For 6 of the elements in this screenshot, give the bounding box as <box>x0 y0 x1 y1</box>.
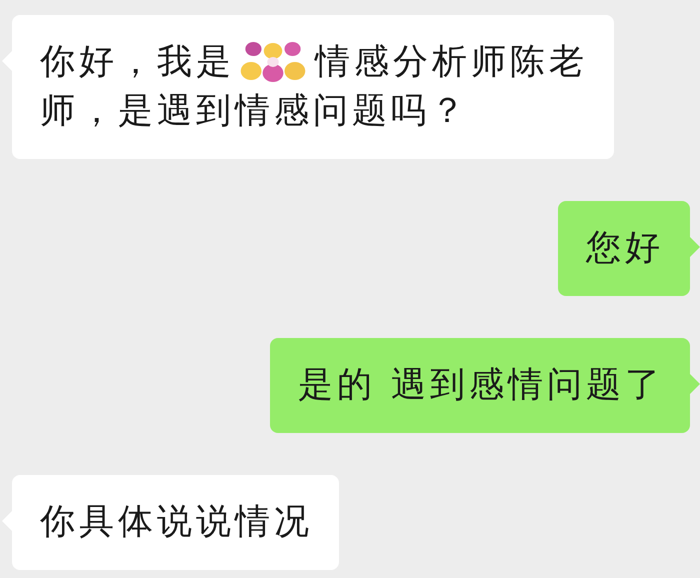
message-text: 情感分析师陈老 <box>315 41 588 84</box>
message-text: 您好 <box>586 227 664 270</box>
message-text: 你好，我是 <box>40 41 235 84</box>
message-text: 师，是遇到情感问题吗？ <box>40 90 469 133</box>
message-text: 你具体说说情况 <box>40 501 313 544</box>
message-text: 是的 遇到感情问题了 <box>298 364 664 407</box>
